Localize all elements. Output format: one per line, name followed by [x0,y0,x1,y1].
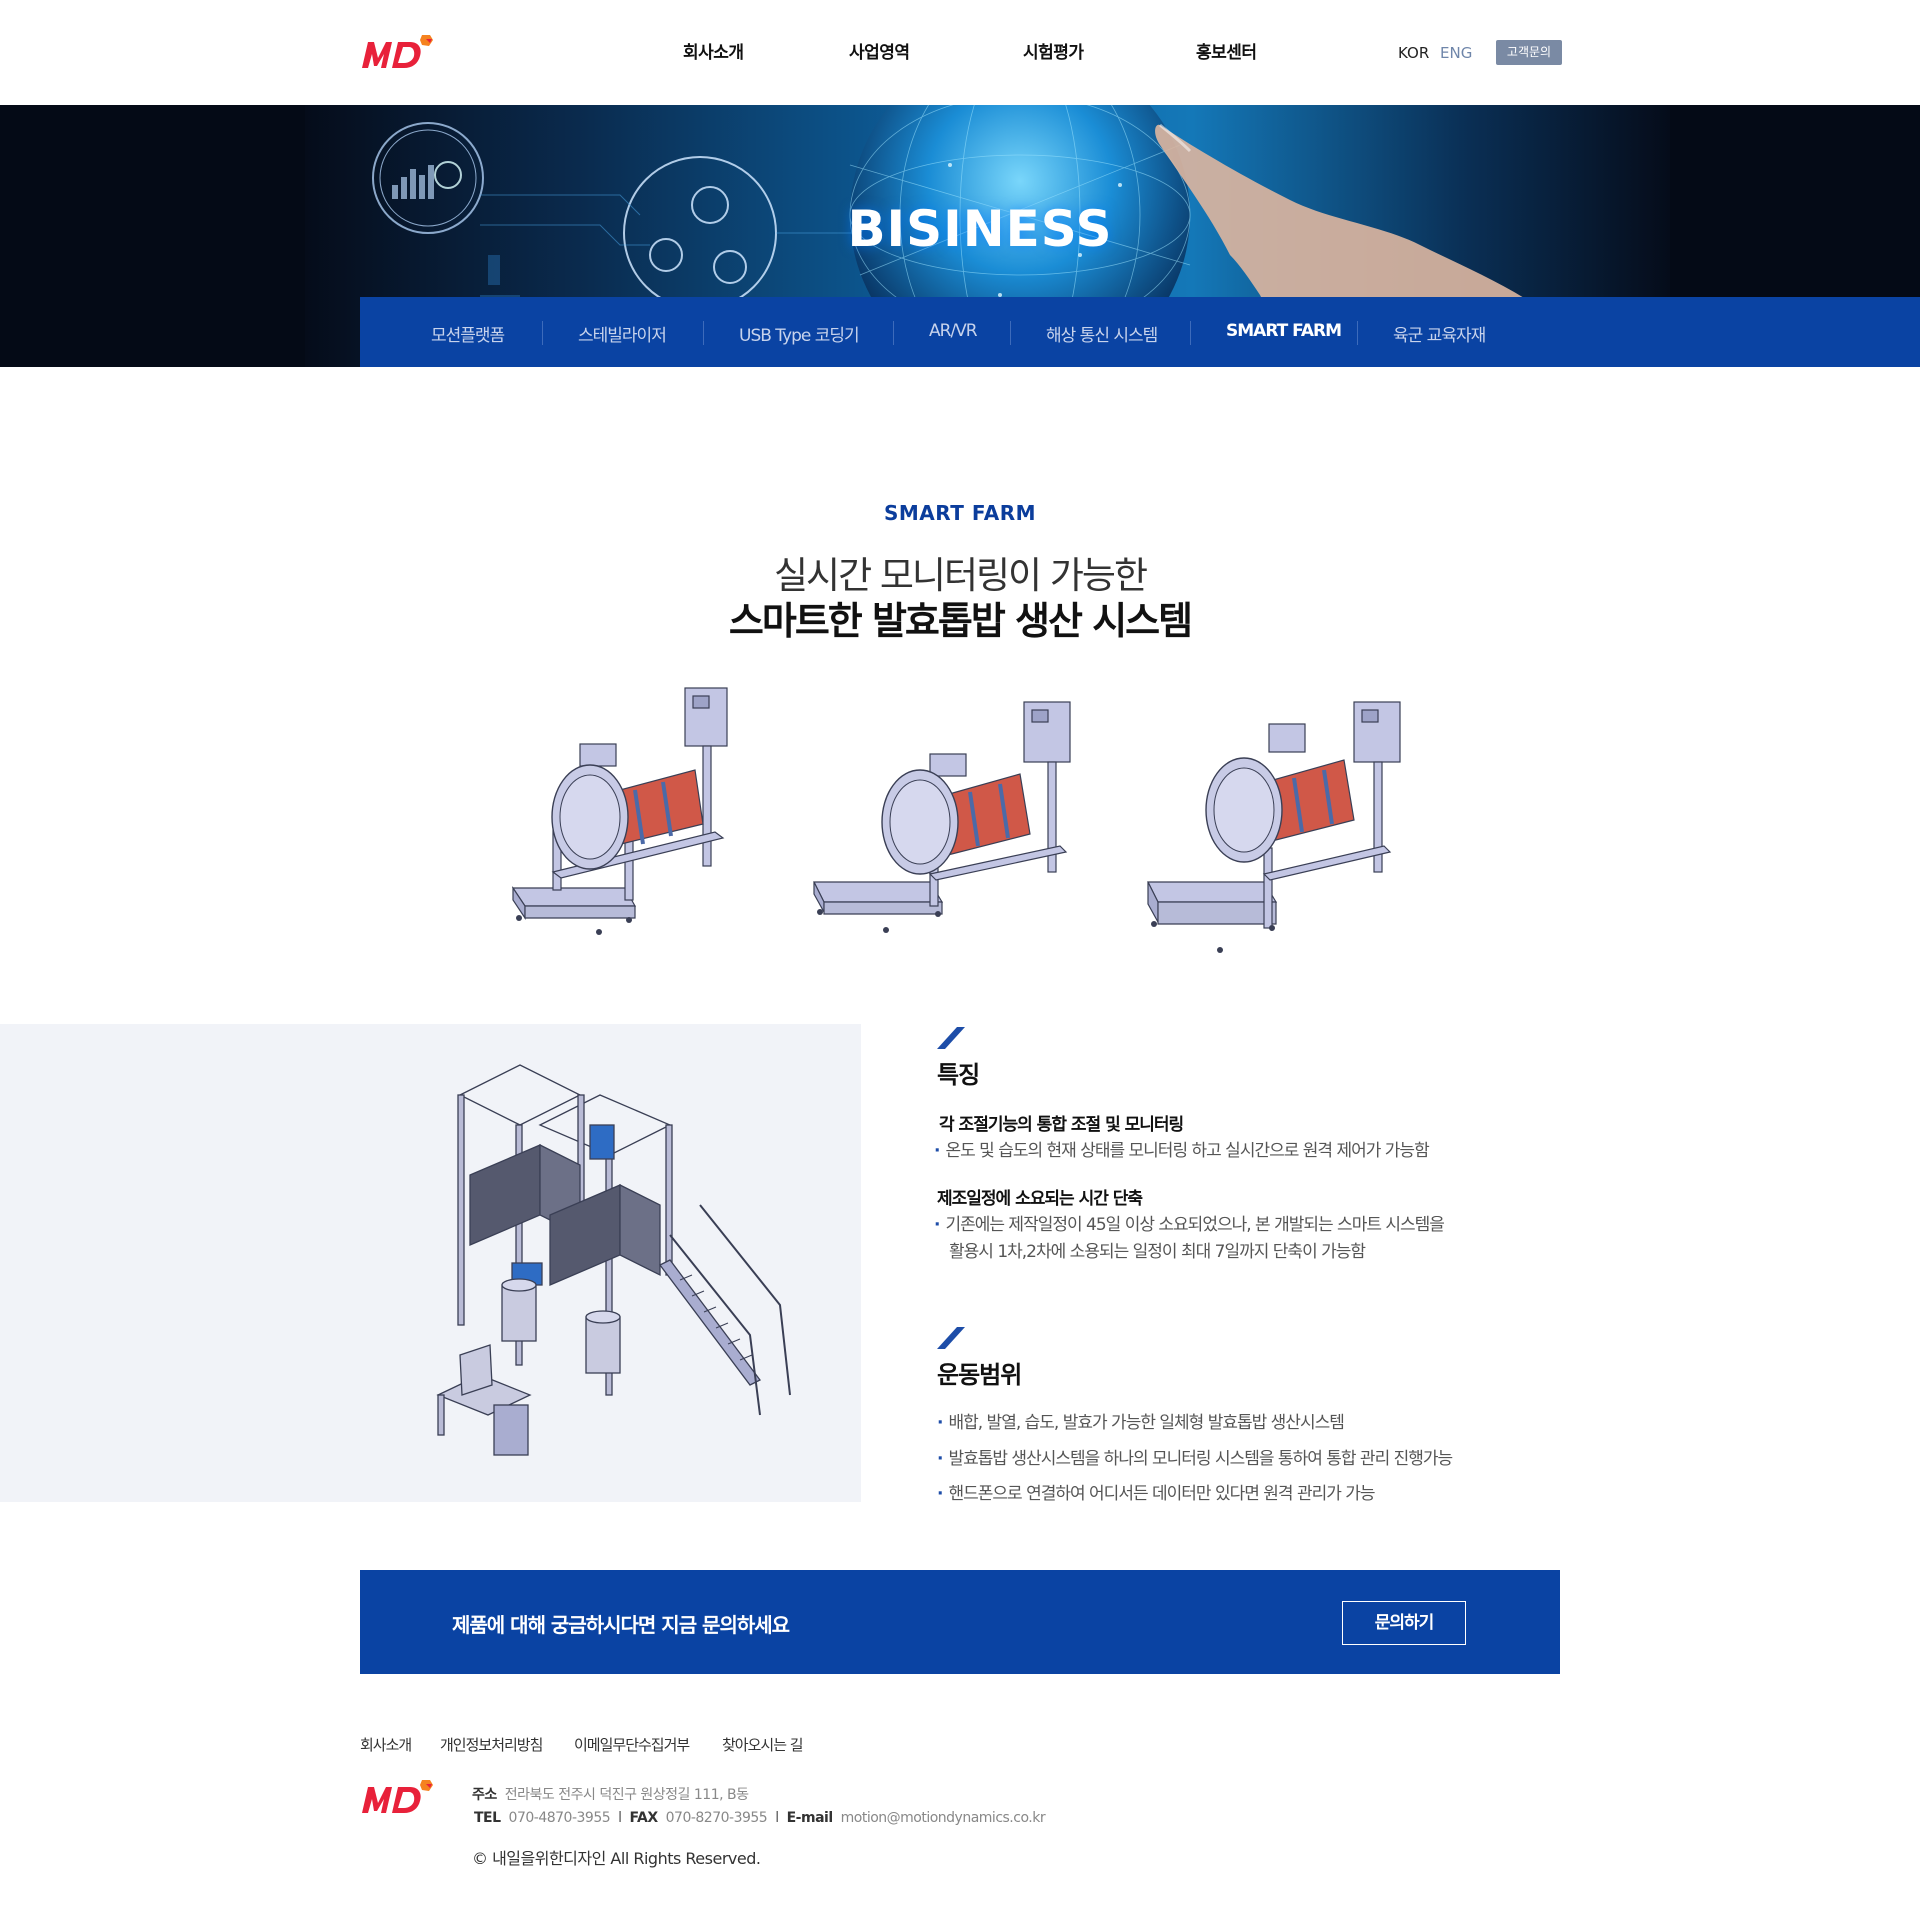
tab-maritime-comm[interactable]: 해상 통신 시스템 [1046,321,1158,346]
feature-bullet-2-cont: 활용시 1차,2차에 소용되는 일정이 최대 7일까지 단축이 가능함 [949,1242,1366,1262]
fermenter-machine-image-3 [1147,701,1401,953]
email-label: E-mail [786,1810,834,1826]
motion-bullet-1-text: 배합, 발열, 습도, 발효가 가능한 일체형 발효톱밥 생산시스템 [948,1413,1344,1433]
fax-label: FAX [629,1810,659,1826]
tab-divider [1190,321,1191,345]
inquiry-banner: 제품에 대해 궁금하시다면 지금 문의하세요 문의하기 [360,1570,1560,1674]
site-header: 회사소개 사업영역 시험평가 홍보센터 KOR ENG 고객문의 [0,0,1920,105]
inquiry-banner-text: 제품에 대해 궁금하시다면 지금 문의하세요 [452,1613,790,1637]
fermenter-machine-image-2 [813,701,1071,933]
nav-testing[interactable]: 시험평가 [1023,38,1084,63]
feature-bullet-1-text: 온도 및 습도의 현재 상태를 모니터링 하고 실시간으로 원격 제어가 가능함 [945,1141,1429,1161]
tab-motion-platform[interactable]: 모션플랫폼 [431,321,505,346]
section-slash-icon [937,1327,965,1349]
section-eyebrow: SMART FARM [883,501,1037,525]
lang-kor-link[interactable]: KOR [1398,44,1429,62]
info-divider: l [775,1810,779,1826]
tab-army-education[interactable]: 육군 교육자재 [1393,321,1486,346]
lang-eng-link[interactable]: ENG [1440,44,1472,62]
nav-pr-center[interactable]: 홍보센터 [1196,38,1257,63]
footer-link-directions[interactable]: 찾아오시는 길 [722,1734,804,1755]
footer-address: 주소 전라북도 전주시 덕진구 원상정길 111, B동 [472,1784,749,1804]
main-nav: 회사소개 사업영역 시험평가 홍보센터 [0,38,1920,68]
bullet-dot: · [937,1449,944,1469]
tel-label: TEL [474,1810,501,1826]
fermenter-machine-image-1 [511,687,728,935]
customer-inquiry-button[interactable]: 고객문의 [1496,40,1562,65]
tab-divider [1010,321,1011,345]
footer-contact-info: TEL 070-4870-3955 l FAX 070-8270-3955 l E-mail… [474,1810,1046,1826]
feature-bullet-1: · 온도 및 습도의 현재 상태를 모니터링 하고 실시간으로 원격 제어가 가능… [934,1138,1430,1165]
fermentation-plant-image [436,1064,791,1456]
footer-link-privacy[interactable]: 개인정보처리방침 [440,1734,543,1755]
tab-divider [1357,321,1358,345]
tab-usb-coder[interactable]: USB Type 코딩기 [739,321,860,346]
tab-smart-farm[interactable]: SMART FARM [1226,321,1342,341]
nav-business[interactable]: 사업영역 [849,38,910,63]
tab-divider [893,321,894,345]
md-footer-logo [362,1780,433,1813]
email-value[interactable]: motion@motiondynamics.co.kr [841,1810,1046,1826]
motion-range-heading: 운동범위 [937,1361,1022,1389]
bullet-dot: · [937,1413,944,1433]
footer-copyright: © 내일을위한디자인 All Rights Reserved. [472,1849,761,1868]
motion-bullet-2: · 발효톱밥 생산시스템을 하나의 모니터링 시스템을 통하여 통합 관리 진행가… [937,1446,1453,1473]
section-title-line2: 스마트한 발효톱밥 생산 시스템 [728,599,1193,643]
feature-subtitle-1: 각 조절기능의 통합 조절 및 모니터링 [939,1115,1184,1135]
section-slash-icon [937,1027,965,1049]
motion-bullet-1: · 배합, 발열, 습도, 발효가 가능한 일체형 발효톱밥 생산시스템 [937,1410,1345,1437]
features-heading: 특징 [937,1061,980,1089]
bullet-dot: · [934,1141,941,1161]
tab-divider [542,321,543,345]
feature-subtitle-2: 제조일정에 소요되는 시간 단축 [937,1189,1143,1209]
tab-stabilizer[interactable]: 스테빌라이저 [578,321,667,346]
motion-bullet-2-text: 발효톱밥 생산시스템을 하나의 모니터링 시스템을 통하여 통합 관리 진행가능 [948,1449,1453,1469]
feature-bullet-2-text-1: 기존에는 제작일정이 45일 이상 소요되었으나, 본 개발되는 스마트 시스템… [945,1215,1444,1235]
business-subnav: 모션플랫폼 스테빌라이저 USB Type 코딩기 AR/VR 해상 통신 시스… [360,297,1920,367]
fax-value: 070-8270-3955 [665,1810,768,1826]
nav-company[interactable]: 회사소개 [683,38,744,63]
motion-bullet-3-text: 핸드폰으로 연결하여 어디서든 데이터만 있다면 원격 관리가 가능 [948,1484,1375,1504]
bullet-dot: · [937,1484,944,1504]
bullet-dot: · [934,1215,941,1235]
tab-ar-vr[interactable]: AR/VR [929,321,978,341]
tel-value: 070-4870-3955 [508,1810,611,1826]
hero-title: BISINESS [847,200,1113,258]
tab-divider [703,321,704,345]
feature-bullet-2: · 기존에는 제작일정이 45일 이상 소요되었으나, 본 개발되는 스마트 시스… [934,1212,1445,1239]
inquiry-button[interactable]: 문의하기 [1342,1601,1466,1645]
footer-link-email-refusal[interactable]: 이메일무단수집거부 [574,1734,690,1755]
info-divider: l [618,1810,622,1826]
address-value: 전라북도 전주시 덕진구 원상정길 111, B동 [504,1787,749,1803]
footer-link-company[interactable]: 회사소개 [360,1734,412,1755]
address-label: 주소 [472,1787,497,1803]
motion-bullet-3: · 핸드폰으로 연결하여 어디서든 데이터만 있다면 원격 관리가 가능 [937,1481,1376,1508]
